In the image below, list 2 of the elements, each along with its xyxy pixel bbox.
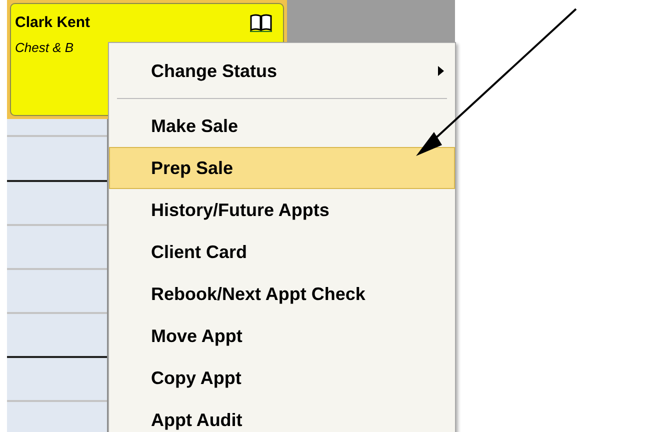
client-name: Clark Kent [15, 13, 92, 33]
service-name: Chest & B [15, 38, 75, 56]
